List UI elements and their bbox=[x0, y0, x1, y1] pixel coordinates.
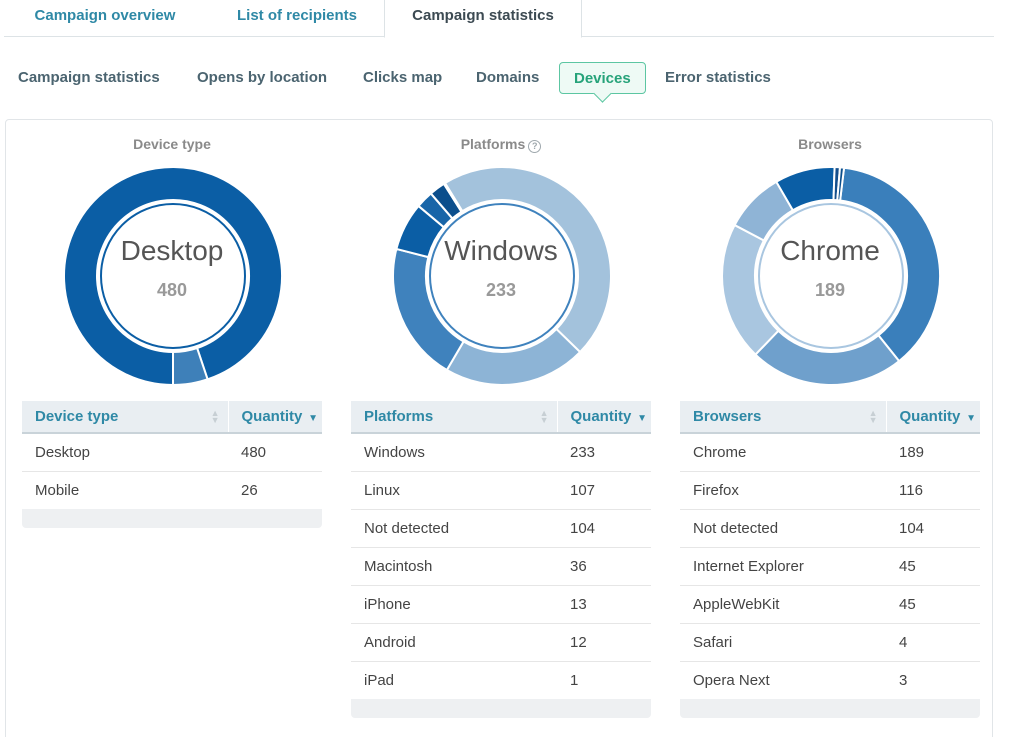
row-quantity: 480 bbox=[228, 433, 322, 472]
tab-campaign-overview[interactable]: Campaign overview bbox=[16, 0, 194, 37]
table-row: Android 12 bbox=[351, 623, 651, 662]
row-label: Firefox bbox=[680, 471, 886, 510]
subtab-devices[interactable]: Devices bbox=[559, 62, 646, 94]
row-quantity: 36 bbox=[557, 547, 651, 586]
device-type-center-value: 480 bbox=[156, 280, 188, 300]
row-label: Windows bbox=[351, 433, 557, 472]
subtab-campaign-statistics[interactable]: Campaign statistics bbox=[18, 62, 160, 94]
row-quantity: 4 bbox=[886, 623, 980, 662]
platforms-title: Platforms? bbox=[351, 136, 651, 153]
table-row: Safari 4 bbox=[680, 623, 980, 662]
table-row: Opera Next 3 bbox=[680, 661, 980, 699]
top-tab-bar: Campaign overview List of recipients Cam… bbox=[4, 0, 994, 38]
row-label: Opera Next bbox=[693, 671, 770, 689]
sub-tab-bar: Campaign statistics Opens by location Cl… bbox=[0, 58, 1010, 103]
sort-icon: ▲ ▼ bbox=[539, 408, 549, 425]
donut-inner-ring bbox=[100, 203, 246, 349]
tab-list-of-recipients[interactable]: List of recipients bbox=[217, 0, 377, 37]
row-label: Macintosh bbox=[351, 547, 557, 586]
device-type-center-label: Desktop bbox=[120, 235, 224, 266]
donut-inner-ring bbox=[429, 203, 575, 349]
sort-desc-icon: ▼ bbox=[966, 413, 976, 424]
table-row: AppleWebKit 45 bbox=[680, 585, 980, 624]
device-type-header[interactable]: Device type ▲ ▼ bbox=[22, 401, 228, 434]
row-label: Safari bbox=[680, 623, 886, 662]
row-label: Mobile bbox=[35, 481, 80, 499]
table-row: Linux 107 bbox=[351, 471, 651, 510]
table-row: Mobile 26 bbox=[22, 471, 322, 509]
browsers-center-label: Chrome bbox=[780, 235, 880, 266]
devices-panel: Device type Desktop 480 Device type ▲ ▼ Qu… bbox=[5, 119, 993, 737]
table-row: Firefox 116 bbox=[680, 471, 980, 510]
table-row: Macintosh 36 bbox=[351, 547, 651, 586]
row-quantity: 233 bbox=[557, 433, 651, 472]
row-quantity: 13 bbox=[557, 585, 651, 624]
row-quantity: 26 bbox=[241, 481, 258, 499]
row-quantity: 3 bbox=[899, 671, 908, 689]
row-quantity: 107 bbox=[557, 471, 651, 510]
row-label: Not detected bbox=[680, 509, 886, 548]
platforms-table: Platforms ▲ ▼ Quantity ▼ Windows 233 Linux 107… bbox=[351, 401, 651, 699]
table-footer bbox=[22, 509, 322, 528]
device-type-title: Device type bbox=[133, 136, 211, 152]
row-quantity: 104 bbox=[886, 509, 980, 548]
tab-campaign-statistics[interactable]: Campaign statistics bbox=[384, 0, 582, 38]
row-quantity: 1 bbox=[570, 671, 579, 689]
row-label: Internet Explorer bbox=[680, 547, 886, 586]
table-row: iPhone 13 bbox=[351, 585, 651, 624]
quantity-header[interactable]: Quantity ▼ bbox=[227, 401, 322, 434]
row-label: iPhone bbox=[351, 585, 557, 624]
subtab-domains[interactable]: Domains bbox=[476, 62, 539, 94]
row-quantity: 116 bbox=[886, 471, 980, 510]
table-row: Not detected 104 bbox=[680, 509, 980, 548]
platforms-donut bbox=[392, 166, 612, 386]
quantity-header[interactable]: Quantity ▼ bbox=[556, 401, 651, 434]
table-footer bbox=[680, 699, 980, 718]
row-quantity: 12 bbox=[557, 623, 651, 662]
table-row: Windows 233 bbox=[351, 433, 651, 472]
quantity-header[interactable]: Quantity ▼ bbox=[885, 401, 980, 434]
device-type-table: Device type ▲ ▼ Quantity ▼ Desktop 480 Mobile… bbox=[22, 401, 322, 509]
row-label: Not detected bbox=[351, 509, 557, 548]
row-label: AppleWebKit bbox=[680, 585, 886, 624]
subtab-error-statistics[interactable]: Error statistics bbox=[665, 62, 771, 94]
browsers-title: Browsers bbox=[798, 136, 862, 152]
row-label: Desktop bbox=[22, 433, 228, 472]
table-row: Internet Explorer 45 bbox=[680, 547, 980, 586]
sort-icon: ▲ ▼ bbox=[868, 408, 878, 425]
sort-desc-icon: ▼ bbox=[308, 413, 318, 424]
row-quantity: 45 bbox=[886, 547, 980, 586]
donut-inner-ring bbox=[758, 203, 904, 349]
table-footer bbox=[351, 699, 651, 718]
platforms-center-label: Windows bbox=[444, 235, 558, 266]
browsers-center-value: 189 bbox=[814, 280, 846, 300]
sort-icon: ▲ ▼ bbox=[210, 408, 220, 425]
browsers-donut bbox=[721, 166, 941, 386]
subtab-clicks-map[interactable]: Clicks map bbox=[363, 62, 442, 94]
platforms-header[interactable]: Platforms ▲ ▼ bbox=[351, 401, 557, 434]
row-quantity: 45 bbox=[886, 585, 980, 624]
sort-desc-icon: ▼ bbox=[637, 413, 647, 424]
device-type-donut bbox=[63, 166, 283, 387]
table-row: Chrome 189 bbox=[680, 433, 980, 472]
table-row: Desktop 480 bbox=[22, 433, 322, 472]
row-label: Linux bbox=[351, 471, 557, 510]
table-row: Not detected 104 bbox=[351, 509, 651, 548]
browsers-table: Browsers ▲ ▼ Quantity ▼ Chrome 189 Firefox 116… bbox=[680, 401, 980, 699]
row-quantity: 189 bbox=[886, 433, 980, 472]
subtab-opens-by-location[interactable]: Opens by location bbox=[197, 62, 327, 94]
table-row: iPad 1 bbox=[351, 661, 651, 699]
browsers-header[interactable]: Browsers ▲ ▼ bbox=[680, 401, 886, 434]
platforms-center-value: 233 bbox=[485, 280, 517, 300]
help-icon[interactable]: ? bbox=[528, 140, 542, 153]
row-label: Chrome bbox=[680, 433, 886, 472]
row-quantity: 104 bbox=[557, 509, 651, 548]
row-label: Android bbox=[351, 623, 557, 662]
row-label: iPad bbox=[364, 671, 395, 689]
